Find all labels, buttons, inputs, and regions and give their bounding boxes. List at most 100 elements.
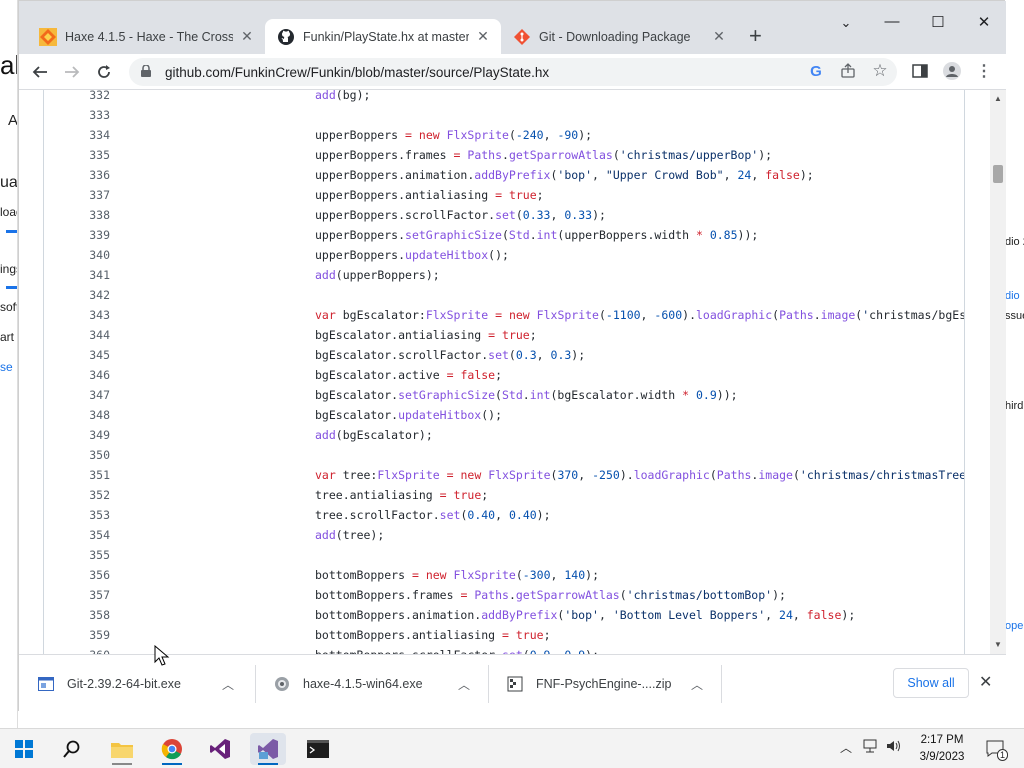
code-line: 332 add(bg); [44,90,964,105]
minimize-button[interactable]: — [869,13,915,30]
scrollbar-thumb[interactable] [993,165,1003,183]
tab-git[interactable]: Git - Downloading Package ✕ [501,19,737,54]
windows-taskbar: ︿ 2:17 PM 3/9/2023 1 [0,728,1024,768]
code-text: upperBoppers.setGraphicSize(Std.int(uppe… [315,228,759,242]
chevron-up-icon[interactable]: ︿ [691,676,703,693]
code-line: 360 bottomBoppers.scrollFactor.set(0.9, 0… [44,645,964,654]
menu-kebab-icon[interactable]: ⋮ [975,62,993,80]
notification-center-icon[interactable]: 1 [978,733,1014,765]
haxe-logo-icon [39,27,57,46]
close-icon[interactable]: ✕ [239,28,255,45]
line-number[interactable]: 358 [44,605,110,625]
visual-studio-installer-icon[interactable] [250,733,286,765]
line-number[interactable]: 351 [44,465,110,485]
code-line: 341 add(upperBoppers); [44,265,964,285]
line-number[interactable]: 348 [44,405,110,425]
line-number[interactable]: 347 [44,385,110,405]
line-number[interactable]: 355 [44,545,110,565]
profile-avatar-icon[interactable] [943,62,961,80]
code-text: add(upperBoppers); [315,268,440,282]
line-number[interactable]: 336 [44,165,110,185]
back-arrow-icon[interactable] [28,60,52,84]
download-item[interactable]: FNF-PsychEngine-....zip ︿ [488,661,703,707]
share-icon[interactable] [839,62,857,80]
reload-icon[interactable] [92,60,116,84]
line-number[interactable]: 357 [44,585,110,605]
windows-start-icon[interactable] [6,733,42,765]
code-text: upperBoppers.scrollFactor.set(0.33, 0.33… [315,208,606,222]
clock-date: 3/9/2023 [919,751,965,763]
tab-haxe[interactable]: Haxe 4.1.5 - Haxe - The Cross-pl ✕ [27,19,265,54]
line-number[interactable]: 360 [44,645,110,654]
show-all-downloads-button[interactable]: Show all [893,668,969,698]
code-line: 344 bgEscalator.antialiasing = true; [44,325,964,345]
line-number[interactable]: 335 [44,145,110,165]
chrome-icon[interactable] [154,733,190,765]
code-text: upperBoppers = new FlxSprite(-240, -90); [315,128,593,142]
zip-icon [506,675,524,693]
line-number[interactable]: 343 [44,305,110,325]
line-number[interactable]: 350 [44,445,110,465]
code-line: 337 upperBoppers.antialiasing = true; [44,185,964,205]
line-number[interactable]: 352 [44,485,110,505]
close-shelf-icon[interactable]: ✕ [979,672,992,692]
visual-studio-icon[interactable] [202,733,238,765]
search-icon[interactable] [54,733,90,765]
line-number[interactable]: 356 [44,565,110,585]
line-number[interactable]: 354 [44,525,110,545]
download-item[interactable]: Git-2.39.2-64-bit.exe ︿ [19,661,234,707]
bookmark-star-icon[interactable]: ☆ [871,61,889,80]
page-content: 332 add(bg); 333 334 upperBoppers = new FlxS… [19,90,1006,654]
code-line: 333 [44,105,964,125]
network-icon[interactable] [862,739,878,756]
code-line: 357 bottomBoppers.frames = Paths.getSparr… [44,585,964,605]
close-icon[interactable]: ✕ [711,28,727,45]
line-number[interactable]: 349 [44,425,110,445]
system-clock[interactable]: 2:17 PM 3/9/2023 [912,732,972,766]
line-number[interactable]: 345 [44,345,110,365]
scroll-down-arrow[interactable]: ▼ [990,640,1006,649]
line-number[interactable]: 332 [44,90,110,105]
tab-title: Git - Downloading Package [539,29,691,44]
bg-text: se [0,360,13,374]
tab-title: Haxe 4.1.5 - Haxe - The Cross-pl [65,29,233,44]
bg-text: dio [1005,290,1020,302]
terminal-icon[interactable] [300,733,336,765]
close-icon[interactable]: ✕ [475,28,491,45]
volume-icon[interactable] [886,739,902,756]
scroll-up-arrow[interactable]: ▲ [990,94,1006,103]
line-number[interactable]: 333 [44,105,110,125]
code-text: bgEscalator.setGraphicSize(Std.int(bgEsc… [315,388,738,402]
code-text: bottomBoppers.antialiasing = true; [315,628,551,642]
side-panel-icon[interactable] [911,62,929,80]
file-explorer-icon[interactable] [104,733,140,765]
new-tab-button[interactable]: + [749,25,762,47]
chevron-up-icon[interactable]: ︿ [222,676,234,693]
line-number[interactable]: 337 [44,185,110,205]
bg-text: hird [1005,400,1024,412]
code-line: 355 [44,545,964,565]
address-bar[interactable]: github.com/FunkinCrew/Funkin/blob/master… [129,58,897,86]
line-number[interactable]: 346 [44,365,110,385]
forward-arrow-icon[interactable] [60,60,84,84]
line-number[interactable]: 338 [44,205,110,225]
show-hidden-icons-chevron[interactable]: ︿ [840,739,852,756]
line-number[interactable]: 334 [44,125,110,145]
line-number[interactable]: 340 [44,245,110,265]
code-line: 350 [44,445,964,465]
line-number[interactable]: 359 [44,625,110,645]
chevron-up-icon[interactable]: ︿ [458,676,470,693]
code-line: 358 bottomBoppers.animation.addByPrefix('… [44,605,964,625]
google-lens-icon[interactable]: G [807,62,825,80]
tab-search-icon[interactable]: ⌄ [823,15,869,31]
tab-github[interactable]: Funkin/PlayState.hx at master · F ✕ [265,19,501,54]
download-item[interactable]: haxe-4.1.5-win64.exe ︿ [255,661,470,707]
line-number[interactable]: 342 [44,285,110,305]
maximize-button[interactable]: ☐ [915,13,961,31]
vertical-scrollbar[interactable]: ▲ ▼ [990,90,1006,654]
line-number[interactable]: 353 [44,505,110,525]
line-number[interactable]: 341 [44,265,110,285]
line-number[interactable]: 344 [44,325,110,345]
line-number[interactable]: 339 [44,225,110,245]
close-window-button[interactable]: ✕ [961,13,1007,31]
